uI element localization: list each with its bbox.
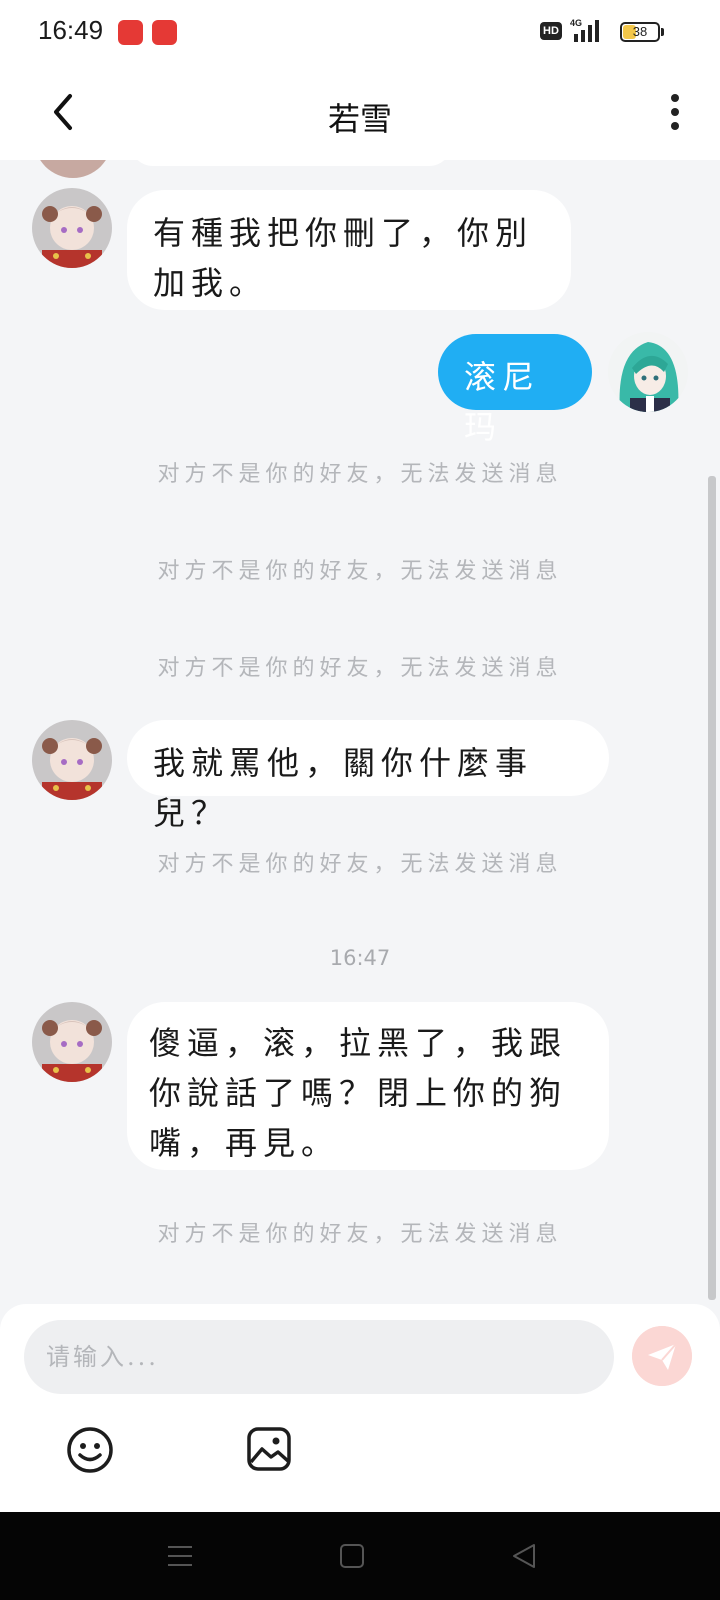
contact-avatar[interactable]	[32, 1002, 112, 1082]
system-notice: 对方不是你的好友，无法发送消息	[157, 559, 563, 584]
chat-header: 若雪	[0, 64, 720, 160]
send-icon[interactable]	[632, 1326, 692, 1386]
battery-icon: 38	[620, 22, 660, 42]
hd-badge: HD	[540, 22, 562, 40]
contact-avatar[interactable]	[32, 188, 112, 268]
message-input[interactable]	[24, 1320, 614, 1394]
video-app-icon	[118, 20, 143, 45]
status-time: 16:49	[38, 15, 104, 45]
composer	[0, 1304, 720, 1512]
avatar[interactable]	[34, 160, 112, 178]
signal-icon: 4G	[570, 18, 599, 42]
message-bubble[interactable]: 傻逼，滚，拉黑了，我跟你說話了嗎？閉上你的狗嘴，再見。	[127, 1002, 609, 1170]
back-icon[interactable]	[508, 1540, 540, 1572]
scrollbar[interactable]	[708, 476, 716, 1300]
system-notice: 对方不是你的好友，无法发送消息	[157, 462, 563, 487]
message-list[interactable]: 有種我把你刪了，你別加我。 滚尼玛 对方不是你的好友，无法发送消息 对方不是你的…	[0, 160, 720, 1304]
message-bubble[interactable]: 有種我把你刪了，你別加我。	[127, 190, 571, 310]
message-timestamp: 16:47	[329, 946, 391, 970]
image-icon[interactable]	[246, 1426, 292, 1472]
status-bar: 16:49 HD 4G 38	[0, 0, 720, 64]
my-avatar[interactable]	[608, 332, 688, 412]
chat-title: 若雪	[327, 100, 392, 138]
emoji-icon[interactable]	[66, 1426, 114, 1474]
menu-icon[interactable]	[164, 1540, 196, 1572]
message-bubble[interactable]: 我就罵他，關你什麼事兒？	[127, 720, 609, 832]
battery-tip	[661, 28, 664, 36]
system-notice: 对方不是你的好友，无法发送消息	[157, 852, 563, 877]
system-notice: 对方不是你的好友，无法发送消息	[157, 1222, 563, 1247]
system-notice: 对方不是你的好友，无法发送消息	[157, 656, 563, 681]
my-message-bubble[interactable]: 滚尼玛	[438, 334, 592, 446]
shopping-app-icon	[152, 20, 177, 45]
home-icon[interactable]	[336, 1540, 368, 1572]
battery-percent: 38	[632, 24, 648, 39]
contact-avatar[interactable]	[32, 720, 112, 800]
message-bubble[interactable]	[130, 160, 452, 166]
navigation-bar	[0, 1512, 720, 1600]
signal-label: 4G	[570, 18, 582, 28]
more-vertical-icon[interactable]	[660, 90, 690, 134]
